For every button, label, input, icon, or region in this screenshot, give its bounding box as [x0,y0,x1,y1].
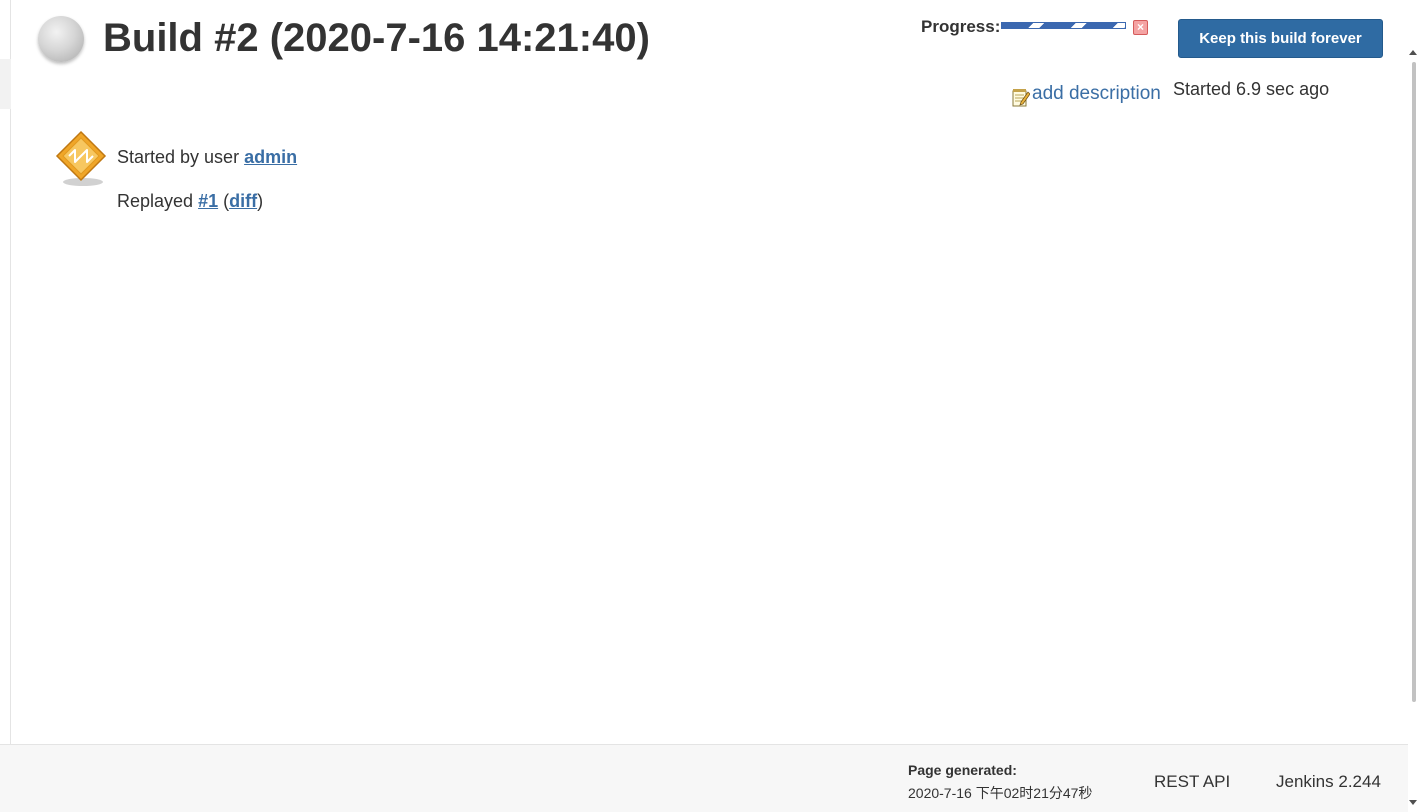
replayed-text: Replayed #1 (diff) [117,191,263,212]
scroll-down-icon[interactable] [1409,800,1417,805]
sidebar-item[interactable] [0,59,11,109]
page-generated-label: Page generated: [908,762,1017,778]
add-description-link[interactable]: add description [1032,83,1161,105]
rest-api-link[interactable]: REST API [1154,772,1230,792]
close-paren: ) [257,191,264,211]
started-by-text: Started by user admin [117,147,297,168]
jenkins-version-link[interactable]: Jenkins 2.244 [1276,772,1381,792]
replayed-build-link[interactable]: #1 [198,191,218,211]
sidebar-panel [0,0,11,744]
open-paren: ( [218,191,230,211]
vertical-scrollbar[interactable] [1408,0,1418,812]
keep-forever-button[interactable]: Keep this build forever [1178,19,1383,58]
page-generated-value: 2020-7-16 下午02时21分47秒 [908,785,1093,801]
notepad-icon[interactable] [1012,88,1030,107]
user-admin-link[interactable]: admin [244,147,297,167]
started-by-prefix: Started by user [117,147,245,167]
grey-ball-icon [38,16,84,62]
stop-x-icon[interactable]: × [1133,20,1148,35]
scrollbar-thumb[interactable] [1412,62,1416,702]
scroll-up-icon[interactable] [1409,50,1417,55]
progress-label: Progress: [921,17,1001,36]
build-progress-bar [1001,22,1126,29]
page-footer: Page generated: 2020-7-16 下午02时21分47秒 RE… [0,744,1408,812]
user-cause-icon [55,130,107,186]
replayed-prefix: Replayed [117,191,199,211]
started-time-ago: Started 6.9 sec ago [1173,79,1330,99]
diff-link[interactable]: diff [229,191,257,211]
build-page: Build #2 (2020-7-16 14:21:40) Progress: … [0,0,1418,812]
page-title: Build #2 (2020-7-16 14:21:40) [103,16,650,60]
